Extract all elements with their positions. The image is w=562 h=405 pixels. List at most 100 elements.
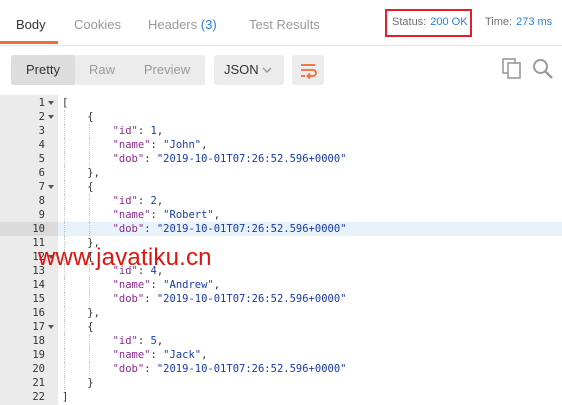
json-key: "name" <box>112 139 151 151</box>
code-text: "name": "John", <box>112 139 208 151</box>
code-text: "id": 1, <box>112 125 164 137</box>
json-value: "John" <box>163 139 202 151</box>
line-number-cell: 17 <box>0 320 58 334</box>
tab-body[interactable]: Body <box>16 17 46 32</box>
line-number-cell: 18 <box>0 334 58 348</box>
status-value[interactable]: 200 OK <box>430 16 467 28</box>
json-value: "Andrew" <box>163 279 214 291</box>
view-raw-button[interactable]: Raw <box>75 55 129 85</box>
code-text: "dob": "2019-10-01T07:26:52.596+0000" <box>112 363 347 375</box>
code-line: 18 "id": 5, <box>0 334 562 348</box>
code-line: 20 "dob": "2019-10-01T07:26:52.596+0000" <box>0 362 562 376</box>
line-number: 22 <box>32 391 45 403</box>
time-value[interactable]: 273 ms <box>516 16 552 28</box>
code-line: 16 }, <box>0 306 562 320</box>
line-number-cell: 5 <box>0 152 58 166</box>
fold-arrow-icon[interactable] <box>48 115 54 119</box>
line-number-cell: 20 <box>0 362 58 376</box>
line-number-cell: 8 <box>0 194 58 208</box>
code-text: { <box>62 321 94 333</box>
json-value: "2019-10-01T07:26:52.596+0000" <box>156 363 347 375</box>
code-text: "id": 2, <box>112 195 164 207</box>
tab-cookies[interactable]: Cookies <box>74 17 121 32</box>
format-select-value: JSON <box>224 62 259 77</box>
code-line: 6 }, <box>0 166 562 180</box>
fold-arrow-icon[interactable] <box>48 325 54 329</box>
json-value: "2019-10-01T07:26:52.596+0000" <box>156 293 347 305</box>
line-number: 8 <box>38 195 45 207</box>
code-text: "dob": "2019-10-01T07:26:52.596+0000" <box>112 223 347 235</box>
line-number: 19 <box>32 349 45 361</box>
code-line: 4 "name": "John", <box>0 138 562 152</box>
fold-arrow-icon[interactable] <box>48 185 54 189</box>
tab-headers[interactable]: Headers (3) <box>148 17 217 32</box>
code-line: 8 "id": 2, <box>0 194 562 208</box>
line-number-cell: 4 <box>0 138 58 152</box>
line-number: 6 <box>38 167 45 179</box>
json-value: "2019-10-01T07:26:52.596+0000" <box>156 153 347 165</box>
code-line: 14 "name": "Andrew", <box>0 278 562 292</box>
line-number: 9 <box>38 209 45 221</box>
json-key: "dob" <box>112 153 145 165</box>
json-key: "id" <box>112 335 138 347</box>
code-text: "name": "Andrew", <box>112 279 221 291</box>
watermark-text: www.javatiku.cn <box>38 244 212 271</box>
code-line: 9 "name": "Robert", <box>0 208 562 222</box>
code-line: 5 "dob": "2019-10-01T07:26:52.596+0000" <box>0 152 562 166</box>
json-value: 5 <box>150 335 157 347</box>
chevron-down-icon <box>262 67 272 74</box>
code-line: 3 "id": 1, <box>0 124 562 138</box>
code-line: 1[ <box>0 96 562 110</box>
format-select[interactable]: JSON <box>214 55 284 85</box>
tab-test-results[interactable]: Test Results <box>249 17 320 32</box>
line-number: 10 <box>32 223 45 235</box>
line-number: 2 <box>38 111 45 123</box>
view-pretty-button[interactable]: Pretty <box>11 55 75 85</box>
line-number-cell: 22 <box>0 390 58 404</box>
view-mode-selector: Pretty Raw Preview <box>11 55 205 85</box>
code-line: 17 { <box>0 320 562 334</box>
active-tab-indicator <box>0 41 58 44</box>
fold-arrow-icon[interactable] <box>48 101 54 105</box>
response-tabbar: Body Cookies Headers (3) Test Results <box>0 0 562 46</box>
wrap-lines-button[interactable] <box>292 55 324 85</box>
json-value: "2019-10-01T07:26:52.596+0000" <box>156 223 347 235</box>
code-text: [ <box>62 97 69 109</box>
code-text: }, <box>62 307 100 319</box>
line-number: 18 <box>32 335 45 347</box>
code-line: 2 { <box>0 110 562 124</box>
json-key: "id" <box>112 125 138 137</box>
line-number: 16 <box>32 307 45 319</box>
code-line: 7 { <box>0 180 562 194</box>
json-value: "Jack" <box>163 349 202 361</box>
line-number-cell: 16 <box>0 306 58 320</box>
json-key: "name" <box>112 349 151 361</box>
code-text: { <box>62 111 94 123</box>
line-number: 20 <box>32 363 45 375</box>
line-number-cell: 7 <box>0 180 58 194</box>
copy-icon[interactable] <box>502 58 522 80</box>
wrap-lines-icon <box>301 64 317 79</box>
line-number: 21 <box>32 377 45 389</box>
code-text: ] <box>62 391 69 403</box>
code-line: 15 "dob": "2019-10-01T07:26:52.596+0000" <box>0 292 562 306</box>
code-line: 10 "dob": "2019-10-01T07:26:52.596+0000" <box>0 222 562 236</box>
status-label: Status: <box>392 16 427 28</box>
line-number: 4 <box>38 139 45 151</box>
search-icon[interactable] <box>532 58 554 80</box>
line-number-cell: 19 <box>0 348 58 362</box>
line-number-cell: 3 <box>0 124 58 138</box>
line-number-cell: 21 <box>0 376 58 390</box>
code-text: "dob": "2019-10-01T07:26:52.596+0000" <box>112 293 347 305</box>
tab-headers-count: (3) <box>200 17 217 32</box>
code-text: } <box>62 377 94 389</box>
line-number-cell: 6 <box>0 166 58 180</box>
json-key: "id" <box>112 195 138 207</box>
json-key: "dob" <box>112 293 145 305</box>
line-number: 14 <box>32 279 45 291</box>
tab-headers-label: Headers <box>148 17 198 32</box>
code-line: 19 "name": "Jack", <box>0 348 562 362</box>
line-number: 7 <box>38 181 45 193</box>
view-preview-button[interactable]: Preview <box>129 55 205 85</box>
line-number-cell: 14 <box>0 278 58 292</box>
